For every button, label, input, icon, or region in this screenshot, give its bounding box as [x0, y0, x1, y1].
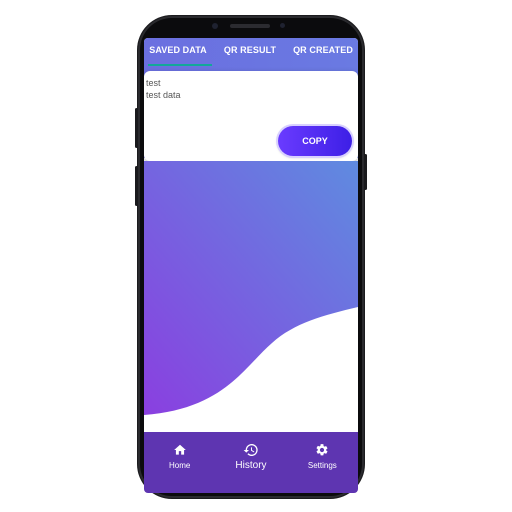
copy-button[interactable]: COPY: [278, 126, 352, 156]
tab-label: QR RESULT: [223, 45, 277, 55]
gear-icon: [316, 444, 328, 456]
saved-data-card: test test data COPY: [144, 71, 358, 161]
tab-label: QR CREATED: [293, 45, 353, 55]
front-camera: [212, 23, 218, 29]
nav-history[interactable]: History: [221, 432, 281, 471]
nav-settings-label: Settings: [307, 461, 337, 470]
power-button: [364, 154, 367, 190]
nav-settings[interactable]: Settings: [292, 432, 352, 470]
nav-home[interactable]: Home: [150, 432, 210, 470]
saved-data-text: test test data: [146, 77, 181, 101]
tab-label: SAVED DATA: [149, 45, 207, 55]
nav-history-label: History: [235, 460, 267, 471]
home-icon: [173, 444, 186, 455]
saved-data-line: test: [146, 78, 161, 88]
app-screen: SAVED DATA QR RESULT QR CREATED test tes…: [144, 38, 358, 493]
saved-data-line: test data: [146, 90, 181, 100]
tab-qr-created[interactable]: QR CREATED: [288, 38, 358, 68]
tab-indicator: [148, 64, 212, 66]
history-icon: [243, 444, 258, 456]
phone-frame: SAVED DATA QR RESULT QR CREATED test tes…: [135, 16, 367, 498]
earpiece-speaker: [230, 24, 270, 28]
proximity-sensor: [280, 23, 285, 28]
tab-qr-result[interactable]: QR RESULT: [212, 38, 288, 68]
nav-home-label: Home: [168, 461, 191, 470]
wave-background: [144, 161, 358, 415]
bixby-button: [135, 166, 138, 206]
volume-button: [135, 108, 138, 148]
bottom-navigation: Home History Settings: [144, 432, 358, 493]
tab-bar: SAVED DATA QR RESULT QR CREATED: [144, 38, 358, 68]
